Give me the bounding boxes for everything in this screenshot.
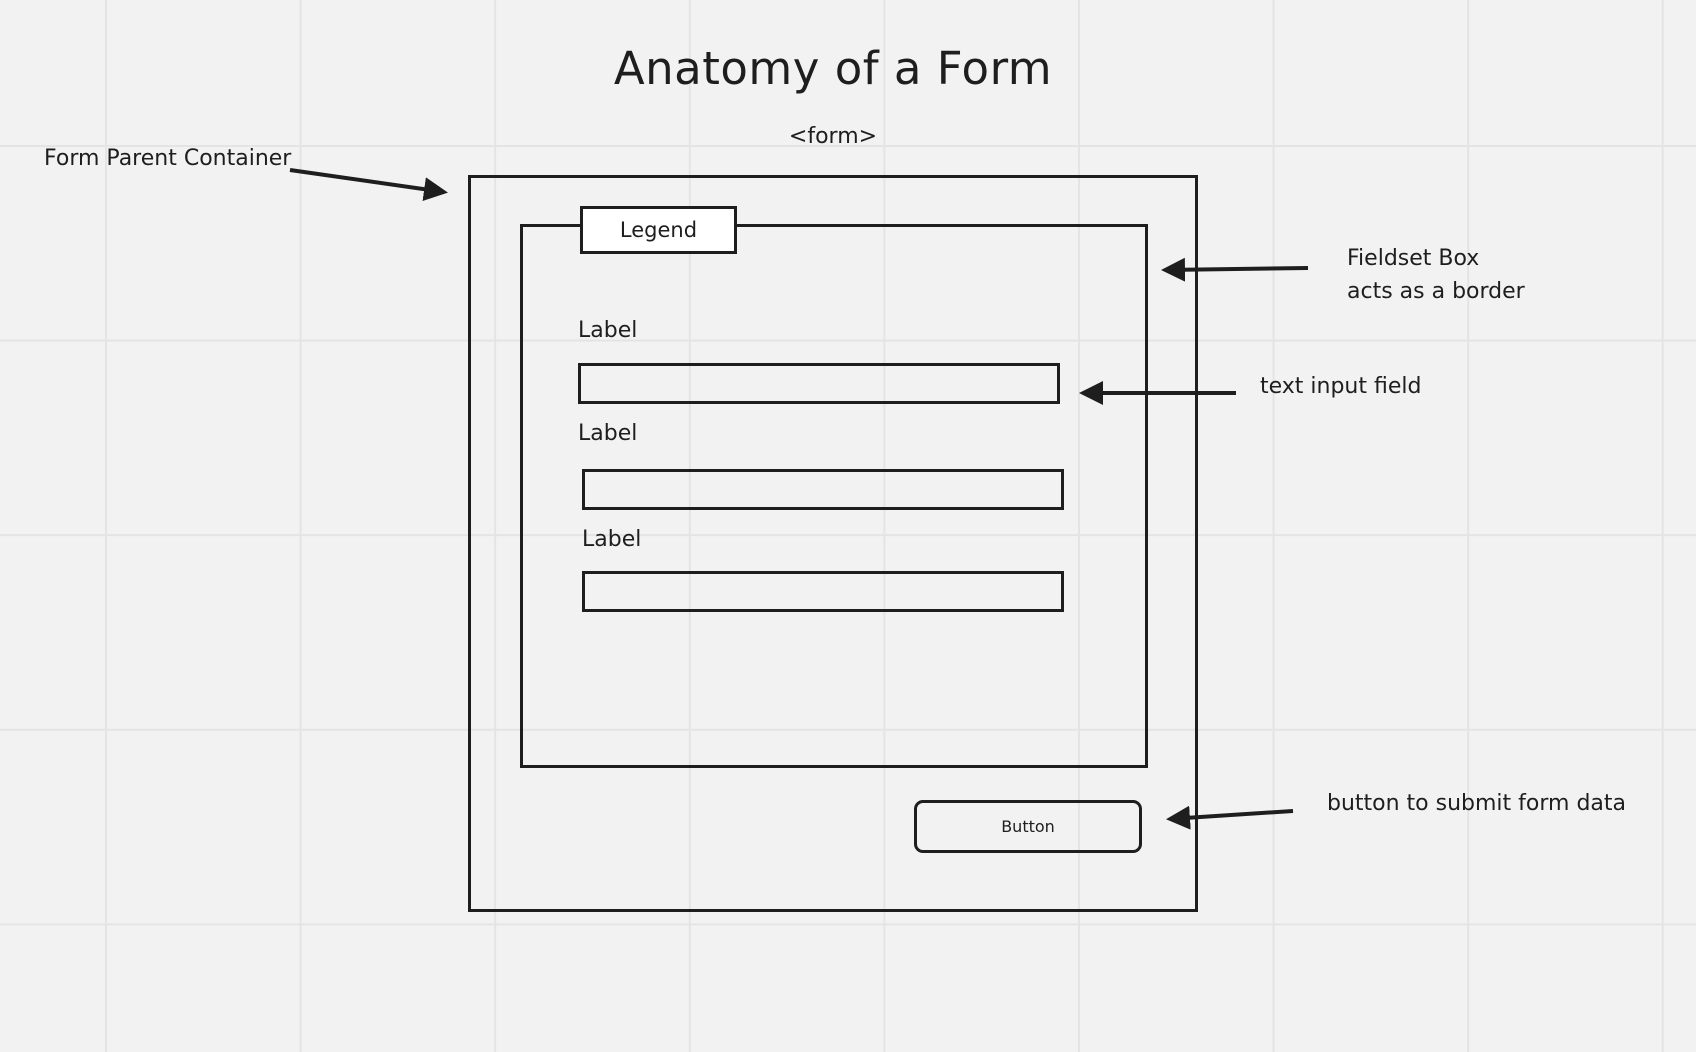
text-input-3[interactable] [582,571,1064,612]
text-input-1[interactable] [578,363,1060,404]
field-label-3: Label [582,527,642,552]
text-input-2[interactable] [582,469,1064,510]
annotation-fieldset-title: Fieldset Box [1347,246,1480,271]
diagram-title: Anatomy of a Form [613,42,1053,95]
field-label-2: Label [578,421,638,446]
field-label-1: Label [578,318,638,343]
legend-box: Legend [580,206,737,254]
arrow-form-parent-container [289,168,448,202]
annotation-submit-button: button to submit form data [1327,791,1627,816]
annotation-form-parent-container: Form Parent Container [44,146,292,171]
legend-label: Legend [619,218,698,242]
annotation-fieldset-subtitle: acts as a border [1347,279,1525,304]
annotation-text-input-field: text input field [1260,374,1422,399]
submit-button[interactable]: Button [914,800,1142,853]
